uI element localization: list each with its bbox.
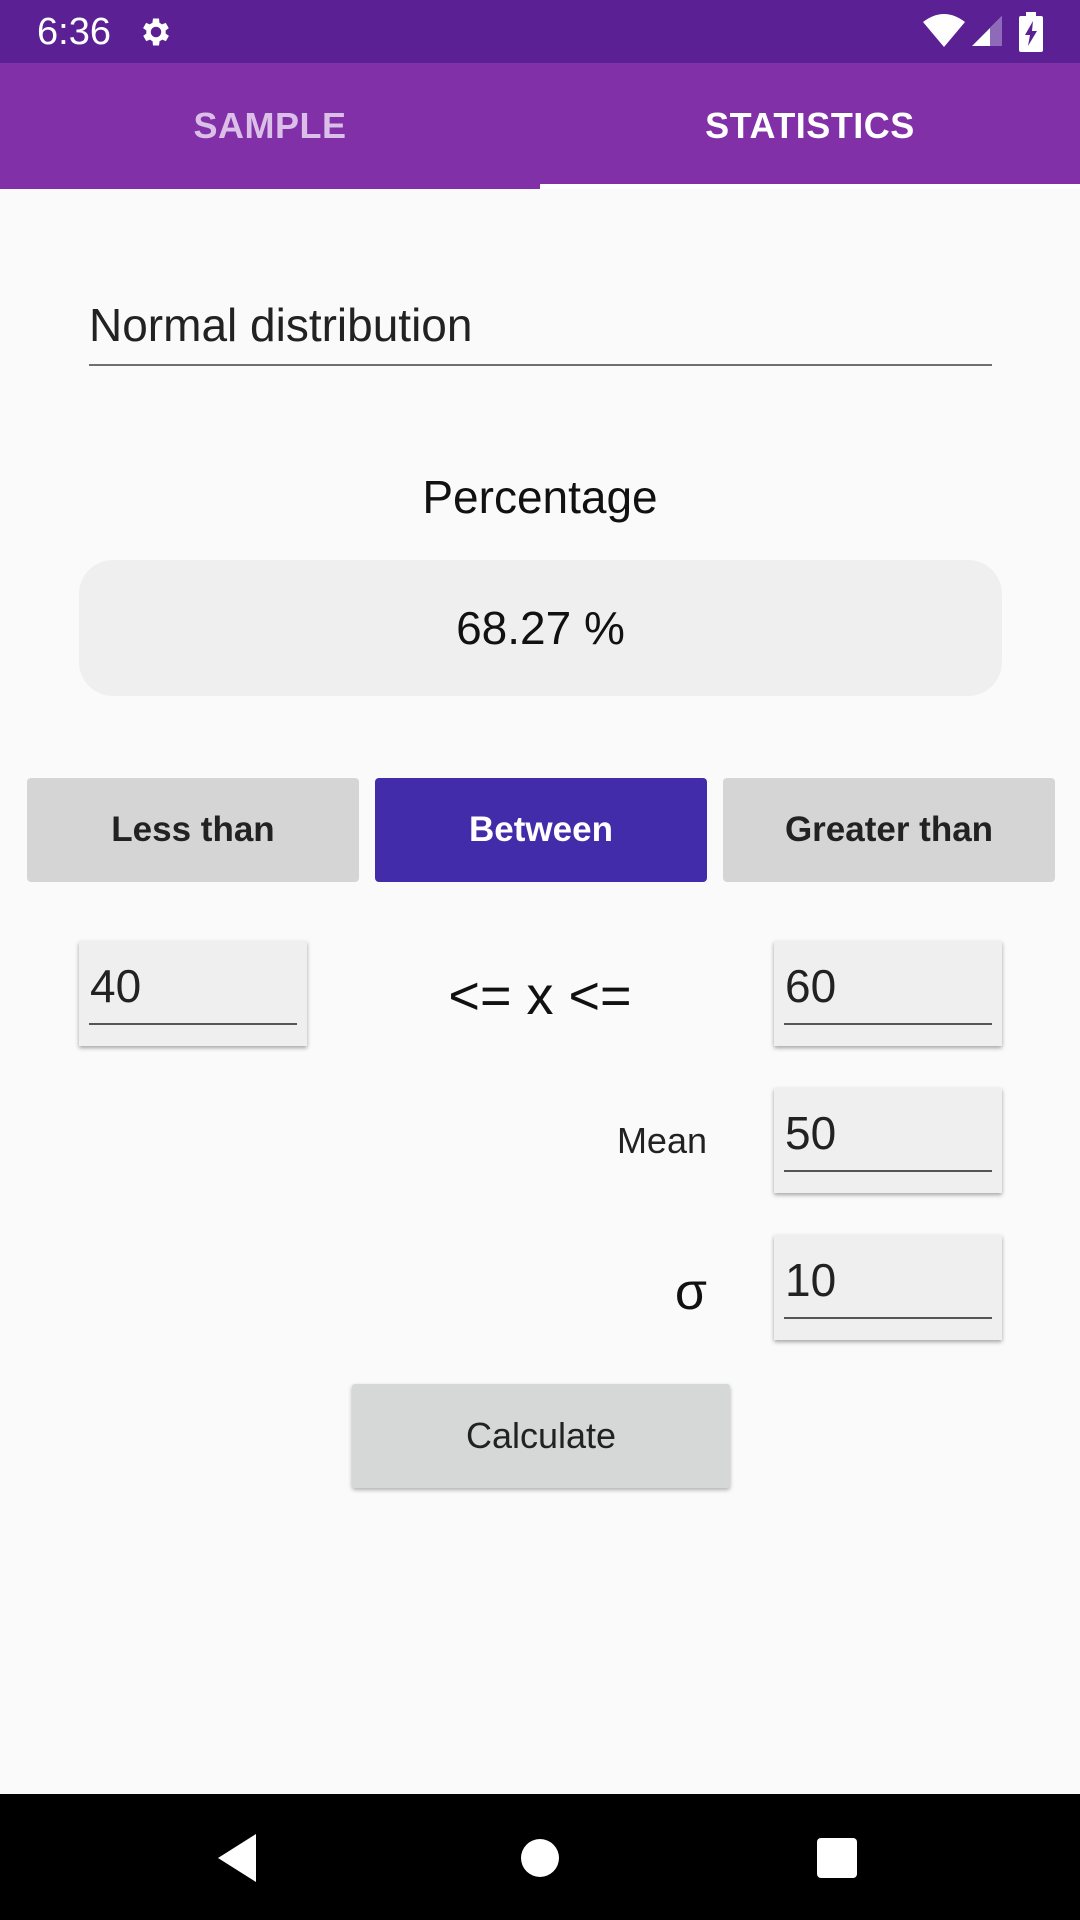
status-bar: 6:36 bbox=[0, 0, 1080, 63]
percentage-result: 68.27 % bbox=[79, 560, 1002, 696]
distribution-select-value: Normal distribution bbox=[89, 299, 473, 351]
calculate-button[interactable]: Calculate bbox=[352, 1384, 730, 1488]
sigma-input[interactable]: 10 bbox=[774, 1235, 1002, 1340]
cellular-signal-icon bbox=[972, 16, 1002, 46]
status-time: 6:36 bbox=[37, 11, 111, 53]
settings-gear-icon bbox=[143, 18, 169, 46]
range-symbol: <= x <= bbox=[448, 966, 632, 1026]
distribution-select[interactable]: Normal distribution bbox=[89, 290, 992, 366]
back-icon[interactable] bbox=[206, 1826, 270, 1890]
mean-label: Mean bbox=[616, 1120, 707, 1161]
input-underline bbox=[89, 1023, 297, 1025]
tab-sample[interactable]: SAMPLE bbox=[0, 63, 540, 189]
input-underline bbox=[784, 1023, 992, 1025]
upper-bound-value: 60 bbox=[785, 960, 837, 1012]
wifi-icon bbox=[923, 14, 965, 47]
upper-bound-input[interactable]: 60 bbox=[774, 941, 1002, 1046]
home-icon[interactable] bbox=[508, 1826, 572, 1890]
input-underline bbox=[784, 1170, 992, 1172]
tab-statistics[interactable]: STATISTICS bbox=[540, 63, 1080, 189]
sigma-value: 10 bbox=[785, 1254, 837, 1306]
navigation-bar bbox=[0, 1794, 1080, 1920]
mean-value: 50 bbox=[785, 1107, 837, 1159]
recents-icon[interactable] bbox=[805, 1826, 869, 1890]
mean-input[interactable]: 50 bbox=[774, 1088, 1002, 1193]
tab-indicator bbox=[540, 184, 1080, 189]
between-button[interactable]: Between bbox=[375, 778, 707, 882]
lower-bound-value: 40 bbox=[90, 960, 142, 1012]
input-underline bbox=[784, 1317, 992, 1319]
less-than-button[interactable]: Less than bbox=[27, 778, 359, 882]
tab-bar: SAMPLE STATISTICS bbox=[0, 63, 1080, 189]
sigma-label: σ bbox=[674, 1263, 707, 1321]
battery-charging-icon bbox=[1019, 12, 1043, 52]
lower-bound-input[interactable]: 40 bbox=[79, 941, 307, 1046]
percentage-label: Percentage bbox=[422, 471, 658, 523]
greater-than-button[interactable]: Greater than bbox=[723, 778, 1055, 882]
